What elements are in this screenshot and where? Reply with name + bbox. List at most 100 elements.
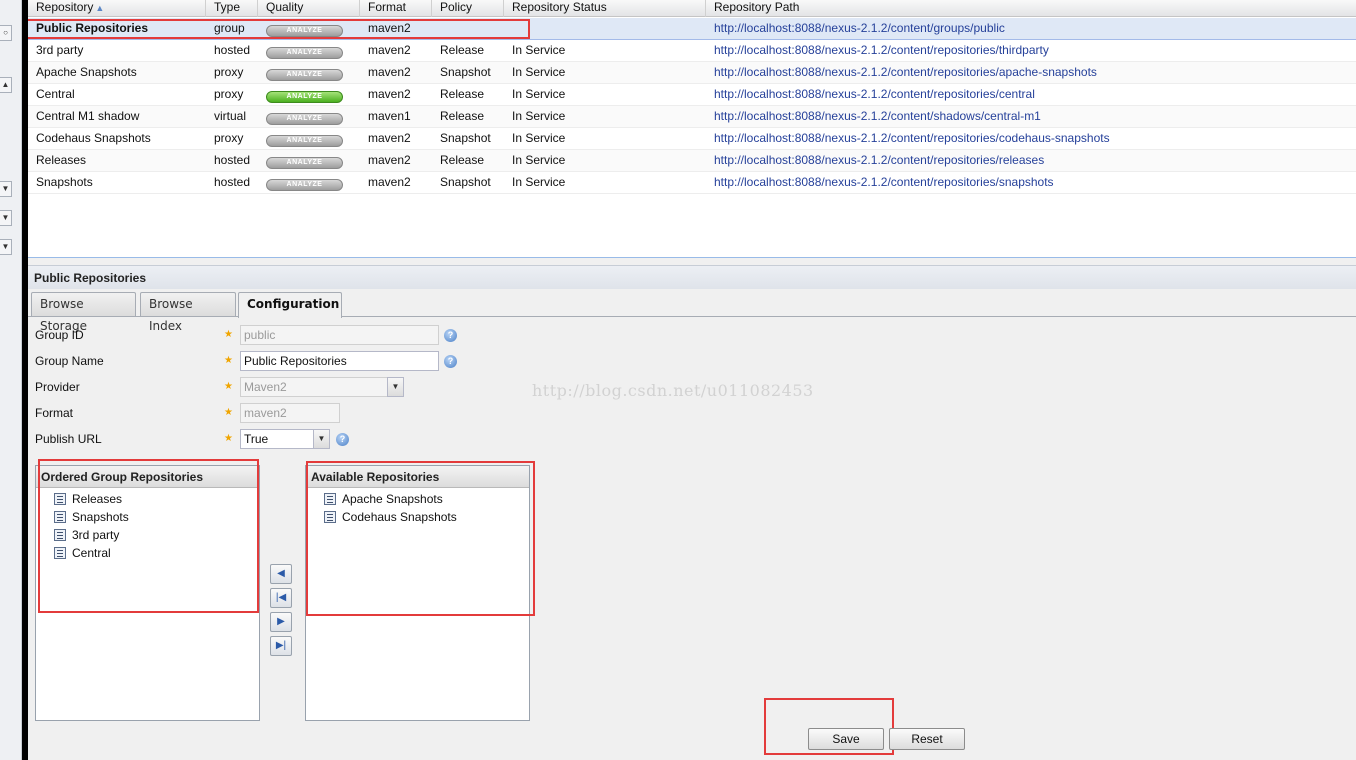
repository-icon — [54, 547, 66, 559]
dropdown-icon[interactable]: ▼ — [0, 181, 12, 197]
list-item-label: Apache Snapshots — [342, 492, 443, 506]
list-item[interactable]: Releases — [54, 490, 259, 508]
cell-status: In Service — [512, 175, 566, 189]
table-row[interactable]: Apache Snapshots proxy ANALYZE maven2 Snapsh… — [28, 62, 1356, 84]
cell-name: Public Repositories — [36, 21, 149, 35]
left-strip: ○ ▲ ▼ ▼ ▼ — [0, 0, 22, 760]
cell-name: Codehaus Snapshots — [36, 131, 151, 145]
cell-path: http://localhost:8088/nexus-2.1.2/conten… — [714, 65, 1097, 79]
column-header-format[interactable]: Format — [360, 0, 432, 17]
format-field[interactable]: maven2 — [240, 403, 340, 423]
column-header-quality[interactable]: Quality — [258, 0, 360, 17]
analyze-button[interactable]: ANALYZE — [266, 91, 343, 103]
publish-url-value: True — [244, 432, 269, 446]
tab-configuration[interactable]: Configuration — [238, 292, 342, 318]
repository-icon — [54, 493, 66, 505]
analyze-button[interactable]: ANALYZE — [266, 135, 343, 147]
tab-browse-storage[interactable]: Browse Storage — [31, 292, 136, 333]
list-item[interactable]: 3rd party — [54, 526, 259, 544]
cell-type: group — [214, 21, 245, 35]
arrow-left-icon[interactable]: ◀ — [270, 564, 292, 584]
cell-path: http://localhost:8088/nexus-2.1.2/conten… — [714, 131, 1110, 145]
arrow-right-icon[interactable]: ▶ — [270, 612, 292, 632]
publish-url-label: Publish URL — [35, 432, 102, 446]
table-row[interactable]: Central proxy ANALYZE maven2 Release In Servi… — [28, 84, 1356, 106]
cell-format: maven2 — [368, 87, 411, 101]
cell-name: Snapshots — [36, 175, 93, 189]
column-header-repository[interactable]: Repository ▲ — [28, 0, 206, 17]
cell-format: maven2 — [368, 43, 411, 57]
repository-icon — [54, 529, 66, 541]
required-star: ★ — [224, 433, 233, 444]
detail-panel: Public Repositories Browse Storage Brows… — [28, 265, 1356, 760]
list-item[interactable]: Codehaus Snapshots — [324, 508, 529, 526]
list-item-label: Codehaus Snapshots — [342, 510, 457, 524]
column-header-path[interactable]: Repository Path — [706, 0, 1356, 17]
required-star: ★ — [224, 381, 233, 392]
analyze-button[interactable]: ANALYZE — [266, 157, 343, 169]
chevron-down-icon[interactable]: ▼ — [387, 377, 404, 397]
analyze-button[interactable]: ANALYZE — [266, 69, 343, 81]
table-row[interactable]: Central M1 shadow virtual ANALYZE maven1 Rel… — [28, 106, 1356, 128]
arrow-first-icon[interactable]: |◀ — [270, 588, 292, 608]
format-label: Format — [35, 406, 74, 420]
table-row[interactable]: Codehaus Snapshots proxy ANALYZE maven2 Snap… — [28, 128, 1356, 150]
dropdown-icon[interactable]: ▼ — [0, 239, 12, 255]
cell-status: In Service — [512, 131, 566, 145]
group-id-field[interactable]: public — [240, 325, 439, 345]
cell-path: http://localhost:8088/nexus-2.1.2/conten… — [714, 21, 1005, 35]
help-icon[interactable]: ? — [444, 329, 457, 342]
analyze-button[interactable]: ANALYZE — [266, 179, 343, 191]
cell-type: proxy — [214, 87, 244, 101]
reset-button[interactable]: Reset — [889, 728, 965, 750]
list-item[interactable]: Snapshots — [54, 508, 259, 526]
table-row[interactable]: Snapshots hosted ANALYZE maven2 Snapshot In S… — [28, 172, 1356, 194]
cell-format: maven2 — [368, 131, 411, 145]
column-header-policy[interactable]: Policy — [432, 0, 504, 17]
cell-path: http://localhost:8088/nexus-2.1.2/conten… — [714, 175, 1054, 189]
chevron-down-icon[interactable]: ▼ — [313, 429, 330, 449]
cell-format: maven2 — [368, 21, 411, 35]
list-item[interactable]: Apache Snapshots — [324, 490, 529, 508]
required-star: ★ — [224, 407, 233, 418]
publish-url-select[interactable]: True ▼ — [240, 429, 330, 449]
cell-type: hosted — [214, 153, 251, 167]
cell-path: http://localhost:8088/nexus-2.1.2/conten… — [714, 109, 1041, 123]
cell-type: proxy — [214, 65, 244, 79]
list-item-label: Snapshots — [72, 510, 129, 524]
cell-quality: ANALYZE — [258, 128, 343, 150]
analyze-button[interactable]: ANALYZE — [266, 47, 343, 59]
analyze-button[interactable]: ANALYZE — [266, 25, 343, 37]
dropdown-icon[interactable]: ▼ — [0, 210, 12, 226]
cell-quality: ANALYZE — [258, 106, 343, 128]
column-header-status[interactable]: Repository Status — [504, 0, 706, 17]
repository-icon — [324, 511, 336, 523]
required-star: ★ — [224, 355, 233, 366]
tab-strip: Browse Storage Browse Index Configuratio… — [28, 289, 1356, 333]
group-id-label: Group ID — [35, 328, 84, 342]
analyze-button[interactable]: ANALYZE — [266, 113, 343, 125]
cell-path: http://localhost:8088/nexus-2.1.2/conten… — [714, 43, 1049, 57]
tab-browse-index[interactable]: Browse Index — [140, 292, 236, 333]
search-icon[interactable]: ○ — [0, 25, 12, 41]
collapse-up-icon[interactable]: ▲ — [0, 77, 12, 93]
help-icon[interactable]: ? — [336, 433, 349, 446]
repository-icon — [54, 511, 66, 523]
grid-header: Repository ▲ Type Quality Format Policy R… — [28, 0, 1356, 17]
save-button[interactable]: Save — [808, 728, 884, 750]
group-name-field[interactable]: Public Repositories — [240, 351, 439, 371]
cell-type: virtual — [214, 109, 247, 123]
cell-policy: Release — [440, 87, 485, 101]
cell-policy: Snapshot — [440, 175, 491, 189]
provider-select[interactable]: Maven2 ▼ — [240, 377, 404, 397]
list-item-label: 3rd party — [72, 528, 120, 542]
table-row[interactable]: 3rd party hosted ANALYZE maven2 Release In Se… — [28, 40, 1356, 62]
help-icon[interactable]: ? — [444, 355, 457, 368]
table-row[interactable]: Releases hosted ANALYZE maven2 Release In Ser… — [28, 150, 1356, 172]
cell-path: http://localhost:8088/nexus-2.1.2/conten… — [714, 87, 1035, 101]
table-row[interactable]: Public Repositories group ANALYZE maven2 htt… — [28, 18, 1356, 40]
cell-format: maven2 — [368, 153, 411, 167]
list-item[interactable]: Central — [54, 544, 259, 562]
arrow-last-icon[interactable]: ▶| — [270, 636, 292, 656]
column-header-type[interactable]: Type — [206, 0, 258, 17]
